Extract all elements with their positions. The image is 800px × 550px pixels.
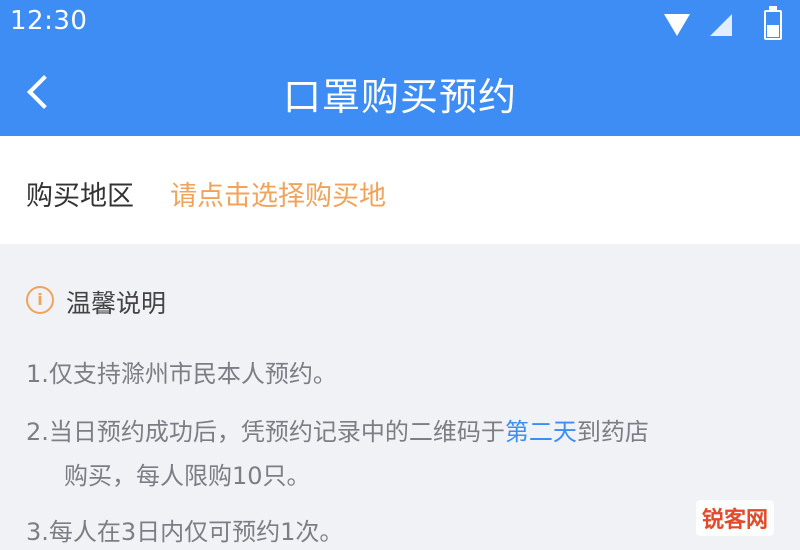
signal-icon	[710, 14, 732, 36]
region-label: 购买地区	[26, 181, 134, 212]
nav-bar: 口罩购买预约	[0, 48, 800, 136]
notice-highlight: 第二天	[504, 418, 577, 446]
region-select[interactable]: 请点击选择购买地	[170, 174, 386, 213]
notice-item-2-text-after: 到药店	[576, 418, 649, 446]
notice-item-3: 3.每人在3日内仅可预约1次。	[26, 518, 344, 546]
watermark-logo: 锐客网	[695, 500, 774, 536]
battery-icon	[764, 6, 782, 40]
notice-item-2: 2.当日预约成功后，凭预约记录中的二维码于第二天到药店	[26, 412, 649, 447]
notice-item-2-text: 2.当日预约成功后，凭预约记录中的二维码于	[26, 418, 505, 446]
notice-item-1: 1.仅支持滁州市民本人预约。	[26, 360, 337, 388]
notice-section: i 温馨说明 1.仅支持滁州市民本人预约。 2.当日预约成功后，凭预约记录中的二…	[0, 244, 800, 550]
status-bar: 12:30	[0, 0, 800, 48]
info-icon: i	[26, 286, 54, 314]
page-title: 口罩购买预约	[282, 75, 517, 119]
purchase-region-row[interactable]: 购买地区 请点击选择购买地	[0, 136, 800, 244]
status-time: 12:30	[10, 6, 88, 36]
wifi-icon	[664, 14, 690, 36]
notice-title: 温馨说明	[66, 289, 167, 318]
notice-item-2-continuation: 购买，每人限购10只。	[64, 462, 311, 490]
